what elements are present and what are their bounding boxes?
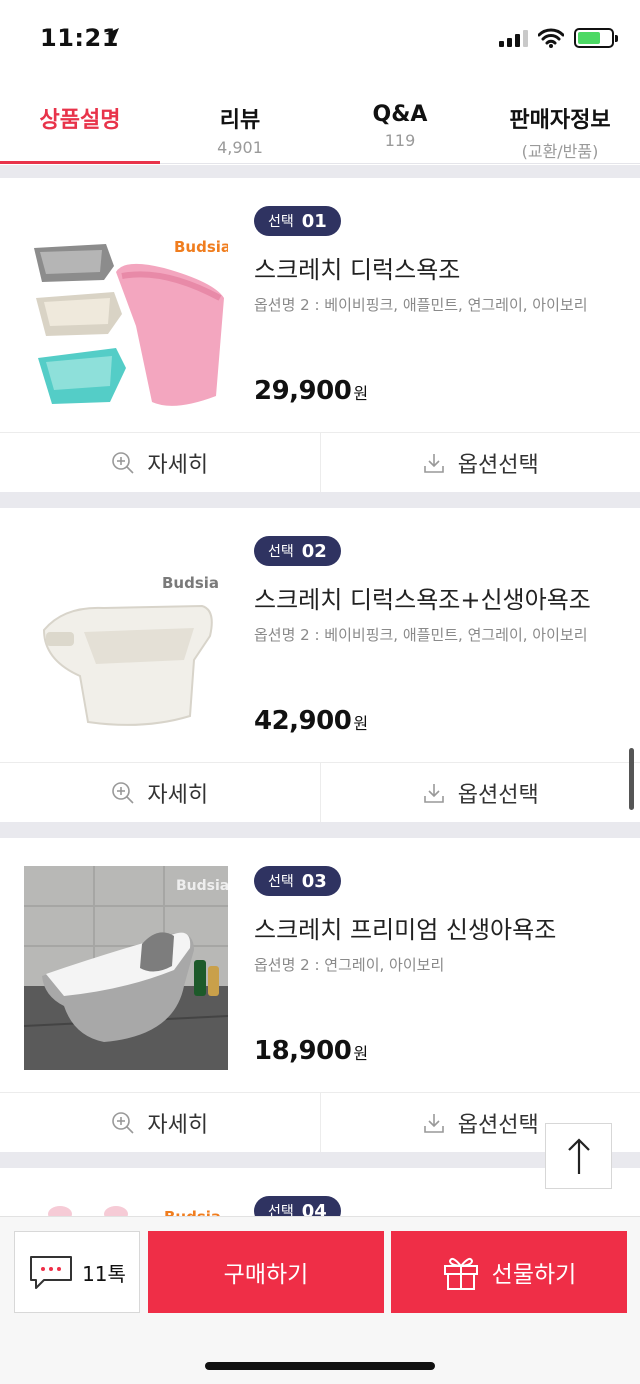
tab-description[interactable]: 상품설명 (0, 88, 160, 164)
option-select-button[interactable]: 옵션선택 (319, 763, 640, 822)
card-actions: 자세히 옵션선택 (0, 1092, 640, 1152)
option-select-button[interactable]: 옵션선택 (319, 433, 640, 492)
selection-badge-label: 선택 (268, 544, 294, 560)
product-tabs: 상품설명 리뷰 4,901 Q&A 119 판매자정보 (교환/반품) (0, 88, 640, 164)
product-card: Budsia 선택 02 스크레치 디럭스욕조+신생아욕조 옵션명 2 : 베이… (0, 508, 640, 822)
tab-seller-info[interactable]: 판매자정보 (교환/반품) (480, 88, 640, 163)
product-price: 42,900 원 (254, 706, 368, 736)
product-image[interactable]: Budsia (24, 206, 228, 410)
product-card: Budsia 선택 03 스크레치 프리미엄 신생아욕조 옵션명 2 : 연그레… (0, 838, 640, 1152)
selection-badge: 선택 03 (254, 866, 341, 896)
wifi-icon (538, 28, 564, 48)
detail-button[interactable]: 자세히 (0, 763, 320, 822)
zoom-in-icon (112, 1111, 134, 1134)
product-options: 옵션명 2 : 베이비핑크, 애플민트, 연그레이, 아이보리 (254, 626, 588, 644)
home-indicator (205, 1362, 435, 1370)
section-divider (0, 1151, 640, 1169)
product-title[interactable]: 스크레치 프리미엄 신생아욕조 (254, 910, 556, 945)
tab-seller-info-label: 판매자정보 (509, 108, 611, 133)
section-divider (0, 491, 640, 509)
download-icon (423, 1113, 444, 1133)
detail-button-label: 자세히 (147, 782, 209, 808)
selection-badge-number: 03 (301, 870, 327, 892)
talk-button-label: 11톡 (82, 1261, 126, 1286)
selection-badge: 선택 04 (254, 1196, 341, 1218)
detail-button[interactable]: 자세히 (0, 433, 320, 492)
tab-seller-info-sub: (교환/반품) (521, 142, 599, 161)
svg-text:Budsia: Budsia (176, 878, 228, 894)
download-icon (423, 783, 444, 803)
detail-button-label: 자세히 (147, 1112, 209, 1138)
price-amount: 42,900 (254, 706, 352, 736)
gift-icon (443, 1257, 478, 1290)
download-icon (423, 453, 444, 473)
option-select-label: 옵션선택 (457, 452, 539, 478)
selection-badge-number: 01 (301, 210, 327, 232)
zoom-in-icon (112, 451, 134, 474)
product-image[interactable]: Budsia (24, 536, 228, 740)
product-card: Budsia 선택 01 스크레치 디럭스욕조 옵션명 2 : 베이비핑크, 애… (0, 178, 640, 492)
price-unit: 원 (353, 384, 369, 403)
section-divider (0, 165, 640, 179)
product-options: 옵션명 2 : 베이비핑크, 애플민트, 연그레이, 아이보리 (254, 296, 588, 314)
tab-reviews-label: 리뷰 (219, 108, 261, 133)
cellular-signal-icon (499, 29, 528, 47)
talk-button[interactable]: 11톡 (14, 1231, 140, 1313)
product-options: 옵션명 2 : 연그레이, 아이보리 (254, 956, 445, 974)
selection-badge: 선택 01 (254, 206, 341, 236)
price-unit: 원 (353, 714, 369, 733)
product-price: 29,900 원 (254, 376, 368, 406)
section-divider (0, 821, 640, 839)
zoom-in-icon (112, 781, 134, 804)
status-indicators (499, 28, 618, 48)
chat-bubble-icon (30, 1256, 73, 1289)
selection-badge-label: 선택 (268, 874, 294, 890)
selection-badge-number: 02 (301, 540, 327, 562)
gift-button[interactable]: 선물하기 (391, 1231, 627, 1313)
tab-qna-label: Q&A (372, 102, 428, 127)
option-select-label: 옵션선택 (457, 1112, 539, 1138)
product-image[interactable]: Budsia (24, 1168, 228, 1218)
product-price: 18,900 원 (254, 1036, 368, 1066)
card-actions: 자세히 옵션선택 (0, 762, 640, 822)
bottom-action-bar: 11톡 구매하기 선물하기 (0, 1216, 640, 1384)
card-actions: 자세히 옵션선택 (0, 432, 640, 492)
product-title[interactable]: 스크레치 디럭스욕조 (254, 250, 460, 285)
gift-button-label: 선물하기 (491, 1262, 577, 1288)
battery-icon (574, 28, 618, 48)
tab-description-label: 상품설명 (39, 108, 121, 133)
product-card: Budsia 선택 04 (0, 1168, 640, 1218)
svg-text:Budsia: Budsia (174, 238, 228, 256)
option-select-label: 옵션선택 (457, 782, 539, 808)
detail-button-label: 자세히 (147, 452, 209, 478)
buy-button[interactable]: 구매하기 (148, 1231, 384, 1313)
scrollbar[interactable] (629, 748, 634, 810)
detail-button[interactable]: 자세히 (0, 1093, 320, 1152)
arrow-up-icon (567, 1138, 590, 1174)
price-unit: 원 (353, 1044, 369, 1063)
tab-reviews[interactable]: 리뷰 4,901 (160, 88, 320, 163)
tab-reviews-count: 4,901 (217, 138, 263, 157)
price-amount: 18,900 (254, 1036, 352, 1066)
location-arrow-icon (105, 28, 119, 42)
status-bar: 11:21 (0, 0, 640, 80)
product-title[interactable]: 스크레치 디럭스욕조+신생아욕조 (254, 580, 591, 615)
tab-qna[interactable]: Q&A 119 (320, 88, 480, 163)
selection-badge-label: 선택 (268, 214, 294, 230)
scroll-to-top-button[interactable] (545, 1123, 612, 1189)
product-image[interactable]: Budsia (24, 866, 228, 1070)
price-amount: 29,900 (254, 376, 352, 406)
selection-badge: 선택 02 (254, 536, 341, 566)
tab-qna-count: 119 (384, 131, 416, 150)
svg-text:Budsia: Budsia (162, 574, 219, 592)
